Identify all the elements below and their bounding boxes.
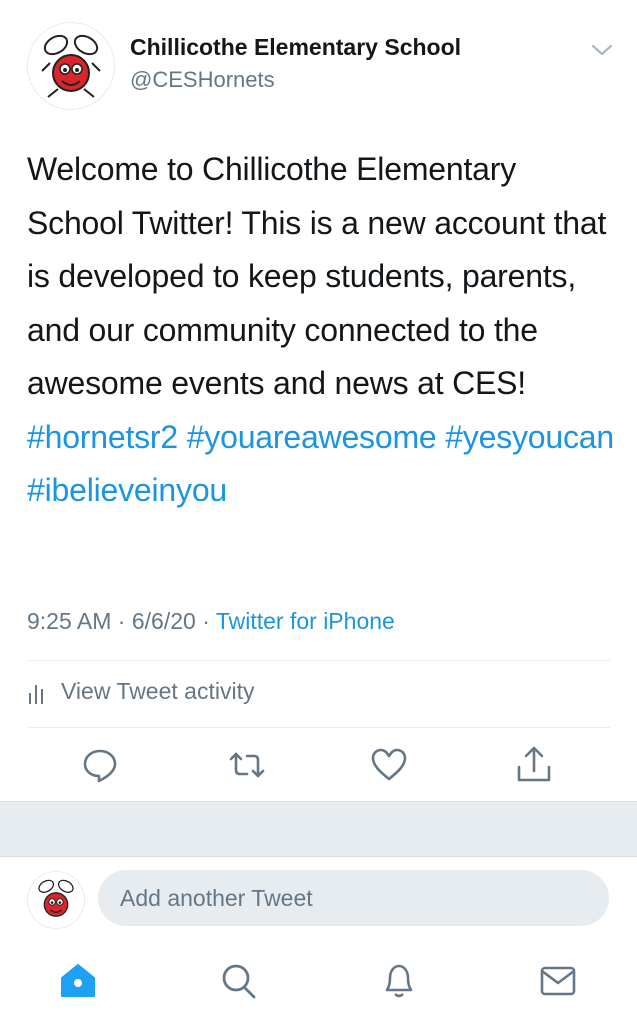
chevron-down-icon[interactable] — [589, 40, 615, 60]
tweet-meta: 9:25 AM · 6/6/20 · Twitter for iPhone — [27, 608, 395, 635]
activity-label: View Tweet activity — [61, 678, 255, 704]
reply-icon[interactable] — [80, 745, 120, 785]
like-icon[interactable] — [369, 745, 409, 785]
user-avatar[interactable] — [27, 871, 85, 929]
divider — [27, 727, 610, 728]
hashtag-link[interactable]: #youareawesome — [187, 419, 437, 455]
home-icon[interactable] — [58, 960, 98, 1002]
retweet-icon[interactable] — [227, 745, 267, 785]
notifications-icon[interactable] — [379, 960, 419, 1002]
tweet-date: 6/6/20 — [131, 608, 196, 634]
divider — [27, 660, 610, 661]
meta-separator: · — [202, 608, 210, 634]
view-tweet-activity-button[interactable]: View Tweet activity — [27, 678, 254, 705]
section-separator — [0, 801, 637, 857]
hashtag-link[interactable]: #yesyoucan — [445, 419, 614, 455]
tweet-source-link[interactable]: Twitter for iPhone — [216, 608, 395, 634]
hornet-logo-icon — [41, 34, 101, 98]
author-name[interactable]: Chillicothe Elementary School — [130, 34, 461, 61]
tweet-text: Welcome to Chillicothe Elementary School… — [27, 143, 617, 518]
bar-chart-icon — [29, 684, 43, 704]
meta-separator: · — [117, 608, 126, 634]
author-avatar[interactable] — [27, 22, 115, 110]
share-icon[interactable] — [514, 745, 554, 785]
tweet-body: Welcome to Chillicothe Elementary School… — [27, 151, 607, 401]
add-another-tweet-input[interactable]: Add another Tweet — [98, 870, 609, 926]
hornet-logo-icon — [38, 879, 74, 917]
author-handle[interactable]: @CESHornets — [130, 67, 275, 93]
hashtag-link[interactable]: #ibelieveinyou — [27, 472, 227, 508]
hashtag-link[interactable]: #hornetsr2 — [27, 419, 178, 455]
tweet-time: 9:25 AM — [27, 608, 112, 634]
search-icon[interactable] — [218, 960, 258, 1002]
messages-icon[interactable] — [538, 960, 578, 1002]
